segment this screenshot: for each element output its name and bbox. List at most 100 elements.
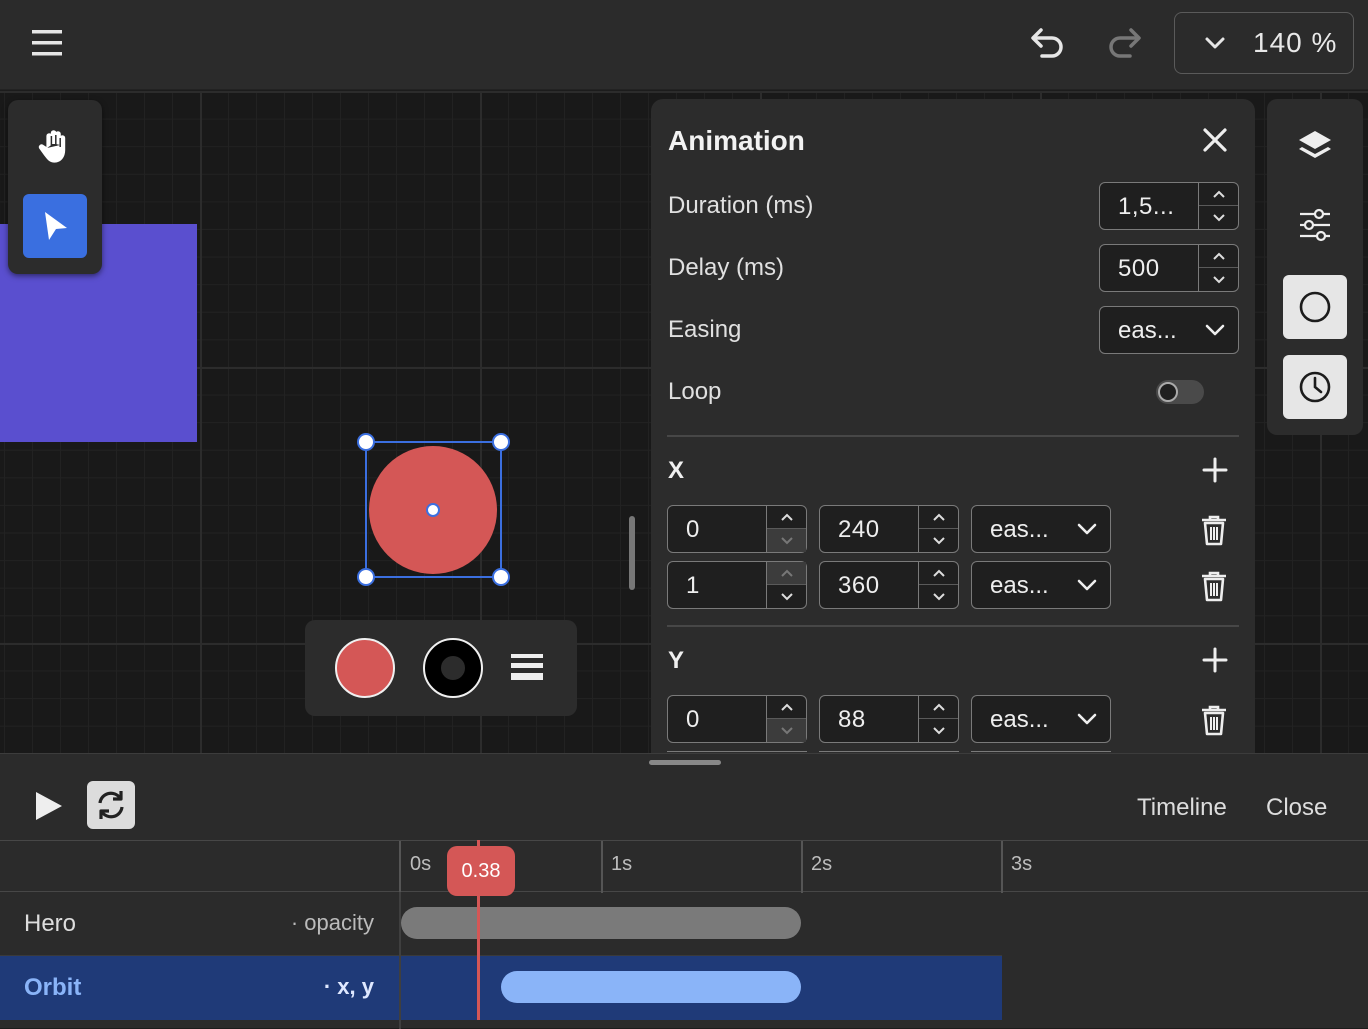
- close-icon[interactable]: [1201, 126, 1229, 154]
- resize-handle-bl: [357, 568, 375, 586]
- duration-value: 1,5...: [1118, 193, 1175, 220]
- loop-button[interactable]: [87, 781, 135, 829]
- timeline-row-selected[interactable]: Orbit · x, y: [0, 956, 1002, 1020]
- shape-toolbar: [305, 620, 577, 716]
- zoom-dropdown[interactable]: 140 %: [1174, 12, 1354, 74]
- play-button[interactable]: [30, 788, 66, 824]
- keyframe-value-field[interactable]: 360: [819, 561, 959, 609]
- tool-panel: [8, 100, 102, 274]
- timeline-ruler[interactable]: 0s 1s 2s 3s: [0, 840, 1368, 893]
- top-bar: 140 %: [0, 0, 1368, 90]
- panel-resize-grip[interactable]: [629, 516, 635, 590]
- row-name: Orbit: [24, 974, 82, 1001]
- stroke-swatch-icon[interactable]: [423, 638, 483, 698]
- keyframe-value: 360: [838, 572, 880, 599]
- trash-icon[interactable]: [1200, 514, 1228, 546]
- sliders-icon: [1297, 207, 1333, 243]
- stroke-width-icon[interactable]: [509, 650, 545, 686]
- animation-button[interactable]: [1283, 355, 1347, 419]
- adjustments-button[interactable]: [1283, 193, 1347, 257]
- chevron-down-icon: [1076, 708, 1098, 730]
- stepper-down-icon[interactable]: [767, 529, 806, 552]
- add-keyframe-x-icon[interactable]: [1201, 456, 1229, 484]
- section-y-title: Y: [668, 647, 685, 674]
- duration-field[interactable]: 1,5...: [1099, 182, 1239, 230]
- keyframe-time: 1: [686, 572, 700, 599]
- divider: [667, 435, 1239, 437]
- stepper-down-icon[interactable]: [767, 719, 806, 742]
- tick-label: 0s: [410, 853, 432, 875]
- keyframe-time-field[interactable]: 0: [667, 505, 807, 553]
- stepper-up-icon[interactable]: [919, 696, 958, 719]
- fill-swatch-icon[interactable]: [335, 638, 395, 698]
- hamburger-menu-icon[interactable]: [28, 26, 68, 62]
- chevron-down-icon: [1076, 574, 1098, 596]
- row-name: Hero: [24, 910, 77, 937]
- keyframe-time: 0: [686, 516, 700, 543]
- hand-tool-button[interactable]: [23, 114, 87, 178]
- duration-label: Duration (ms): [668, 192, 814, 219]
- row-divider: [0, 955, 1002, 956]
- clip-bar[interactable]: [501, 971, 801, 1003]
- keyframe-easing-select[interactable]: eas...: [971, 561, 1111, 609]
- easing-label: Easing: [668, 316, 742, 343]
- refresh-icon: [94, 788, 128, 822]
- stepper-up-icon[interactable]: [767, 562, 806, 585]
- keyframe-value: 88: [838, 706, 866, 733]
- pointer-tool-button[interactable]: [23, 194, 87, 258]
- stepper-down-icon[interactable]: [919, 529, 958, 552]
- stepper-down-icon[interactable]: [919, 719, 958, 742]
- clock-icon: [1297, 369, 1333, 405]
- keyframe-value-field[interactable]: 88: [819, 695, 959, 743]
- resize-handle-tl: [357, 433, 375, 451]
- center-handle: [426, 503, 440, 517]
- resize-handle-tr: [492, 433, 510, 451]
- stepper-up-icon[interactable]: [1199, 183, 1238, 206]
- side-rail: [1267, 99, 1363, 435]
- stepper-down-icon[interactable]: [1199, 268, 1238, 291]
- circle-shape-icon: [1297, 289, 1333, 325]
- row-props: · x, y: [323, 974, 374, 999]
- stepper-up-icon[interactable]: [767, 506, 806, 529]
- chevron-down-icon: [1203, 33, 1227, 53]
- hand-icon: [35, 126, 75, 166]
- trash-icon[interactable]: [1200, 704, 1228, 736]
- redo-icon[interactable]: [1104, 24, 1148, 64]
- row-props: · opacity: [290, 910, 374, 935]
- keyframe-easing-select[interactable]: eas...: [971, 505, 1111, 553]
- keyframe-value-field[interactable]: 240: [819, 505, 959, 553]
- stepper-up-icon[interactable]: [1199, 245, 1238, 268]
- undo-icon[interactable]: [1024, 24, 1068, 64]
- playhead-time: 0.38: [461, 859, 501, 882]
- playhead-marker[interactable]: 0.38: [447, 846, 515, 896]
- chevron-down-icon: [1204, 319, 1226, 341]
- timeline-row[interactable]: Hero · opacity: [0, 892, 1002, 956]
- layers-button[interactable]: [1283, 115, 1347, 179]
- shape-button[interactable]: [1283, 275, 1347, 339]
- keyframe-easing: eas...: [990, 706, 1049, 733]
- loop-toggle[interactable]: [1156, 380, 1204, 404]
- timeline-resize-handle[interactable]: [649, 760, 721, 765]
- stepper-down-icon[interactable]: [1199, 206, 1238, 229]
- stepper-up-icon[interactable]: [919, 506, 958, 529]
- add-keyframe-y-icon[interactable]: [1201, 646, 1229, 674]
- easing-select[interactable]: eas...: [1099, 306, 1239, 354]
- clip-bar[interactable]: [401, 907, 801, 939]
- keyframe-time-field[interactable]: 1: [667, 561, 807, 609]
- name-column-divider: [399, 892, 401, 1029]
- stepper-up-icon[interactable]: [919, 562, 958, 585]
- delay-value: 500: [1118, 255, 1160, 282]
- stepper-up-icon[interactable]: [767, 696, 806, 719]
- keyframe-easing-select[interactable]: eas...: [971, 695, 1111, 743]
- timeline-title[interactable]: Timeline: [1137, 794, 1227, 822]
- easing-value: eas...: [1118, 317, 1177, 344]
- selected-circle-group[interactable]: [356, 432, 511, 587]
- keyframe-value: 240: [838, 516, 880, 543]
- trash-icon[interactable]: [1200, 570, 1228, 602]
- stepper-down-icon[interactable]: [919, 585, 958, 608]
- timeline-panel: Timeline Close 0s 1s 2s 3s Hero · opacit…: [0, 753, 1368, 1029]
- stepper-down-icon[interactable]: [767, 585, 806, 608]
- delay-field[interactable]: 500: [1099, 244, 1239, 292]
- timeline-close-button[interactable]: Close: [1266, 794, 1327, 822]
- keyframe-time-field[interactable]: 0: [667, 695, 807, 743]
